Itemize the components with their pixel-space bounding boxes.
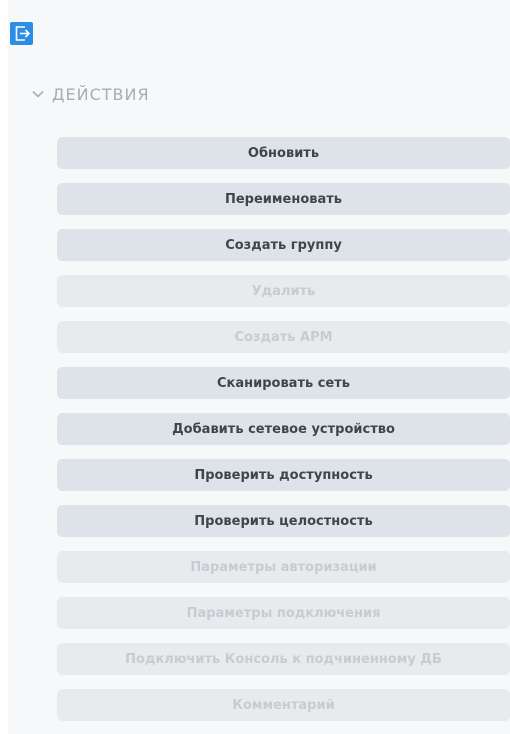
scan-network-button[interactable]: Сканировать сеть [57,367,510,399]
create-arm-button[interactable]: Создать АРМ [57,321,510,353]
exit-arrow-icon [15,26,31,41]
refresh-button[interactable]: Обновить [57,137,510,169]
check-availability-button[interactable]: Проверить доступность [57,459,510,491]
collapse-panel-button[interactable] [10,22,33,45]
connect-console-to-subordinate-button[interactable]: Подключить Консоль к подчиненному ДБ [57,643,510,675]
actions-section-header[interactable]: ДЕЙСТВИЯ [30,82,150,106]
add-network-device-button[interactable]: Добавить сетевое устройство [57,413,510,445]
chevron-down-icon [30,86,46,102]
authorization-settings-button[interactable]: Параметры авторизации [57,551,510,583]
comment-button[interactable]: Комментарий [57,689,510,721]
create-group-button[interactable]: Создать группу [57,229,510,261]
rename-button[interactable]: Переименовать [57,183,510,215]
connection-settings-button[interactable]: Параметры подключения [57,597,510,629]
check-integrity-button[interactable]: Проверить целостность [57,505,510,537]
section-title: ДЕЙСТВИЯ [52,84,150,104]
delete-button[interactable]: Удалить [57,275,510,307]
